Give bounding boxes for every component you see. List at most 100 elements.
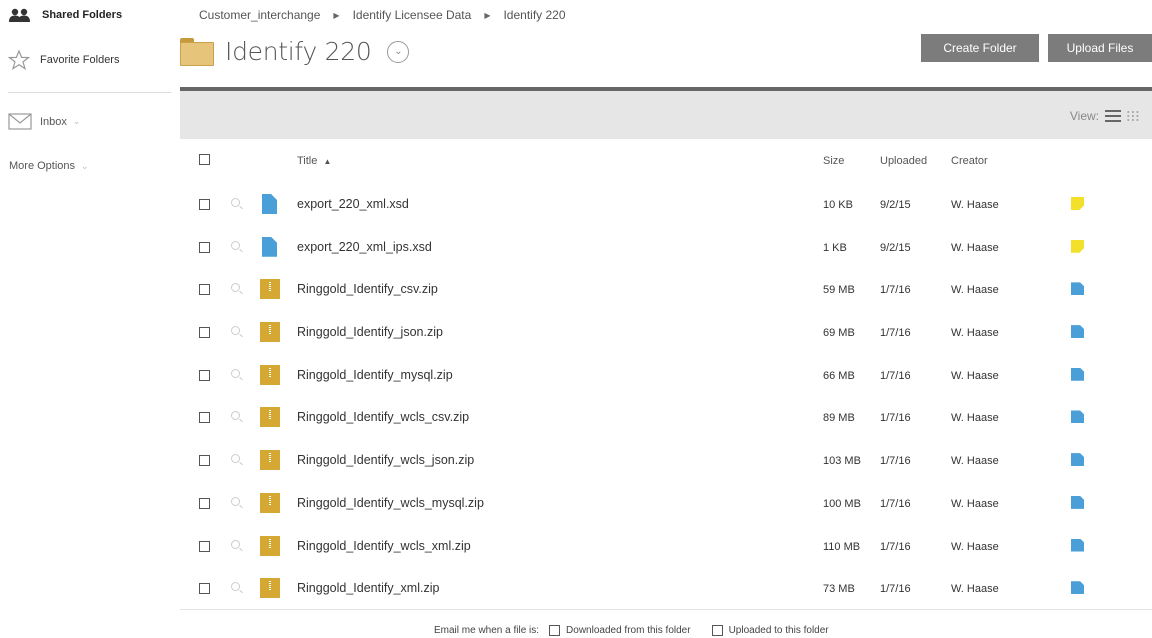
blue-note-icon[interactable] bbox=[1071, 410, 1084, 424]
file-title-link[interactable]: Ringgold_Identify_wcls_csv.zip bbox=[297, 410, 469, 424]
downloaded-notify-checkbox[interactable] bbox=[549, 625, 561, 636]
sidebar-divider bbox=[8, 92, 171, 93]
preview-search-icon[interactable] bbox=[231, 368, 240, 378]
zip-file-icon bbox=[260, 578, 280, 599]
file-title-link[interactable]: Ringgold_Identify_wcls_xml.zip bbox=[297, 539, 471, 553]
select-all-checkbox[interactable] bbox=[199, 154, 210, 165]
uploaded-column-header[interactable]: Uploaded bbox=[880, 155, 927, 167]
blue-note-icon[interactable] bbox=[1071, 495, 1084, 509]
file-creator: W. Haase bbox=[951, 327, 999, 340]
uploaded-notify-checkbox[interactable] bbox=[711, 625, 723, 636]
file-size: 73 MB bbox=[823, 583, 855, 596]
file-size: 1 KB bbox=[823, 241, 847, 254]
view-switcher: View: bbox=[1070, 109, 1140, 123]
preview-search-icon[interactable] bbox=[231, 326, 240, 336]
table-row[interactable]: Ringgold_Identify_xml.zip 73 MB 1/7/16 W. H… bbox=[180, 567, 1152, 610]
preview-search-icon[interactable] bbox=[231, 454, 240, 464]
zip-file-icon bbox=[260, 492, 280, 513]
uploaded-notify-label: Uploaded to this folder bbox=[728, 625, 829, 636]
file-title-link[interactable]: Ringgold_Identify_wcls_json.zip bbox=[297, 453, 474, 467]
breadcrumb-item-current[interactable]: Identify 220 bbox=[503, 8, 565, 22]
creator-column-header[interactable]: Creator bbox=[951, 155, 988, 167]
table-row[interactable]: Ringgold_Identify_mysql.zip 66 MB 1/7/16 W.… bbox=[180, 354, 1152, 397]
row-checkbox[interactable] bbox=[199, 583, 210, 595]
sidebar-item-more-options[interactable]: More Options ⌄ bbox=[9, 160, 89, 172]
yellow-note-icon[interactable] bbox=[1071, 239, 1084, 253]
blue-note-icon[interactable] bbox=[1071, 282, 1084, 296]
row-checkbox[interactable] bbox=[199, 284, 210, 296]
table-row[interactable]: export_220_xml_ips.xsd 1 KB 9/2/15 W. Haase bbox=[180, 226, 1152, 269]
breadcrumb-separator-icon: ▶ bbox=[333, 10, 340, 20]
file-size: 103 MB bbox=[823, 455, 861, 468]
file-size: 66 MB bbox=[823, 369, 855, 382]
breadcrumb-item[interactable]: Customer_interchange bbox=[199, 8, 320, 22]
file-title-link[interactable]: Ringgold_Identify_wcls_mysql.zip bbox=[297, 496, 484, 510]
upload-files-button[interactable]: Upload Files bbox=[1048, 34, 1152, 62]
chevron-down-icon: ⌄ bbox=[394, 46, 403, 57]
sidebar-item-label: More Options bbox=[9, 160, 76, 172]
sidebar-item-label: Inbox bbox=[40, 115, 67, 128]
blue-note-icon[interactable] bbox=[1071, 325, 1084, 339]
file-size: 69 MB bbox=[823, 327, 855, 340]
create-folder-button[interactable]: Create Folder bbox=[921, 34, 1039, 62]
table-row[interactable]: Ringgold_Identify_wcls_csv.zip 89 MB 1/7/1… bbox=[180, 396, 1152, 439]
file-title-link[interactable]: Ringgold_Identify_xml.zip bbox=[297, 581, 439, 595]
file-title-link[interactable]: Ringgold_Identify_csv.zip bbox=[297, 282, 438, 296]
sidebar-item-favorite-folders[interactable]: Favorite Folders bbox=[8, 50, 119, 70]
file-uploaded-date: 1/7/16 bbox=[880, 455, 911, 468]
chevron-down-icon: ⌄ bbox=[72, 116, 81, 126]
file-uploaded-date: 1/7/16 bbox=[880, 497, 911, 510]
table-row[interactable]: export_220_xml.xsd 10 KB 9/2/15 W. Haase bbox=[180, 183, 1152, 226]
breadcrumb-separator-icon: ▶ bbox=[484, 10, 491, 20]
title-column-header[interactable]: Title ▲ bbox=[297, 155, 331, 167]
blue-note-icon[interactable] bbox=[1071, 453, 1084, 467]
file-uploaded-date: 1/7/16 bbox=[880, 583, 911, 596]
zip-file-icon bbox=[260, 364, 280, 385]
star-icon bbox=[8, 50, 30, 70]
row-checkbox[interactable] bbox=[199, 412, 210, 424]
preview-search-icon[interactable] bbox=[231, 582, 240, 592]
preview-search-icon[interactable] bbox=[231, 283, 240, 293]
row-checkbox[interactable] bbox=[199, 241, 210, 253]
list-view-icon[interactable] bbox=[1105, 110, 1121, 122]
row-checkbox[interactable] bbox=[199, 540, 210, 552]
table-row[interactable]: Ringgold_Identify_wcls_json.zip 103 MB 1/7… bbox=[180, 439, 1152, 482]
sidebar-item-shared-folders[interactable]: Shared Folders bbox=[8, 8, 122, 22]
file-uploaded-date: 1/7/16 bbox=[880, 412, 911, 425]
table-row[interactable]: Ringgold_Identify_csv.zip 59 MB 1/7/16 W. H… bbox=[180, 268, 1152, 311]
table-row[interactable]: Ringgold_Identify_wcls_mysql.zip 100 MB 1/… bbox=[180, 482, 1152, 525]
table-header: Title ▲ Size Uploaded Creator bbox=[180, 139, 1152, 183]
breadcrumb-item[interactable]: Identify Licensee Data bbox=[353, 8, 472, 22]
blue-note-icon[interactable] bbox=[1071, 367, 1084, 381]
file-list-toolbar: View: bbox=[180, 87, 1152, 139]
file-creator: W. Haase bbox=[951, 284, 999, 297]
preview-search-icon[interactable] bbox=[231, 539, 240, 549]
row-checkbox[interactable] bbox=[199, 199, 210, 210]
sidebar-item-inbox[interactable]: Inbox ⌄ bbox=[8, 113, 80, 130]
preview-search-icon[interactable] bbox=[231, 496, 240, 506]
file-uploaded-date: 1/7/16 bbox=[880, 327, 911, 340]
blue-note-icon[interactable] bbox=[1071, 581, 1084, 595]
row-checkbox[interactable] bbox=[199, 455, 210, 467]
file-title-link[interactable]: Ringgold_Identify_json.zip bbox=[297, 325, 443, 339]
yellow-note-icon[interactable] bbox=[1071, 197, 1084, 210]
blue-note-icon[interactable] bbox=[1071, 538, 1084, 552]
folder-options-dropdown[interactable]: ⌄ bbox=[387, 40, 410, 63]
row-checkbox[interactable] bbox=[199, 497, 210, 509]
preview-search-icon[interactable] bbox=[231, 198, 240, 207]
file-creator: W. Haase bbox=[951, 412, 999, 425]
downloaded-notify-label: Downloaded from this folder bbox=[566, 625, 691, 636]
file-creator: W. Haase bbox=[951, 455, 999, 468]
table-row[interactable]: Ringgold_Identify_wcls_xml.zip 110 MB 1/7/… bbox=[180, 525, 1152, 568]
size-column-header[interactable]: Size bbox=[823, 155, 844, 167]
row-checkbox[interactable] bbox=[199, 327, 210, 339]
file-title-link[interactable]: export_220_xml.xsd bbox=[297, 197, 409, 211]
table-row[interactable]: Ringgold_Identify_json.zip 69 MB 1/7/16 W. … bbox=[180, 311, 1152, 354]
email-notification-options: Email me when a file is: Downloaded from… bbox=[434, 625, 829, 636]
preview-search-icon[interactable] bbox=[231, 411, 240, 421]
file-title-link[interactable]: Ringgold_Identify_mysql.zip bbox=[297, 368, 453, 382]
preview-search-icon[interactable] bbox=[231, 240, 240, 250]
file-title-link[interactable]: export_220_xml_ips.xsd bbox=[297, 240, 432, 254]
row-checkbox[interactable] bbox=[199, 369, 210, 381]
grid-view-icon[interactable] bbox=[1126, 110, 1140, 122]
